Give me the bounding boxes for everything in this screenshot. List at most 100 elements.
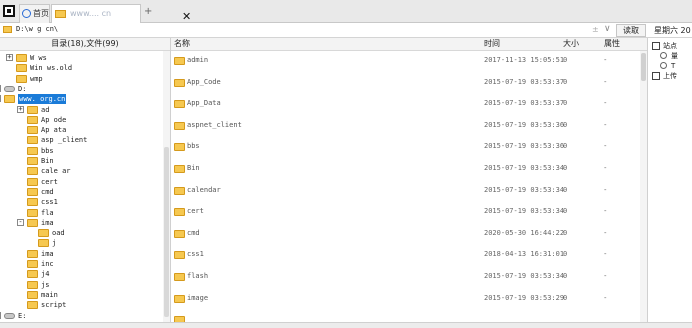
tree-node[interactable]: + W ws <box>0 53 162 63</box>
tree-node[interactable]: + ad <box>0 105 162 115</box>
folder-icon <box>27 146 38 155</box>
file-attr: - <box>604 142 607 151</box>
tree-node[interactable]: Bin <box>0 156 162 166</box>
file-row[interactable]: cmd 2020-05-30 16:44:22 0 - <box>171 224 639 245</box>
file-name: css1 <box>187 250 204 259</box>
file-size: 0 <box>563 293 568 302</box>
checkbox[interactable] <box>652 72 660 80</box>
tree-node[interactable]: fla <box>0 208 162 218</box>
expand-icon[interactable]: + <box>6 54 13 61</box>
file-row[interactable]: Bin 2015-07-19 03:53:34 0 - <box>171 159 639 180</box>
list-scroll-thumb[interactable] <box>641 53 646 81</box>
file-row[interactable]: css1 2018-04-13 16:31:01 0 - <box>171 245 639 266</box>
tree-node[interactable]: Win ws.old <box>0 63 162 73</box>
tab-current-site[interactable]: www.... cn ✕ <box>51 4 191 23</box>
file-row[interactable]: bbs 2015-07-19 03:53:36 0 - <box>171 137 639 158</box>
tree-node[interactable]: j4 <box>0 269 162 279</box>
tree-node[interactable]: - www. org.cn <box>0 94 162 105</box>
tab-current-label: www.... cn <box>70 9 112 18</box>
read-button[interactable]: 读取 <box>616 24 646 37</box>
tree-node[interactable]: Ap ata <box>0 125 162 135</box>
tree-node[interactable]: bbs <box>0 146 162 156</box>
folder-icon <box>174 78 185 87</box>
file-row[interactable]: flash 2015-07-19 03:53:34 0 - <box>171 267 639 288</box>
folder-icon <box>174 273 185 281</box>
file-size: 0 <box>563 77 568 86</box>
expand-icon[interactable]: + <box>17 105 24 113</box>
drive-icon <box>4 85 15 92</box>
tree-node[interactable]: inc <box>0 259 162 269</box>
column-time[interactable]: 时间 <box>484 38 500 50</box>
tree-node-label: cale ar <box>41 167 71 176</box>
folder-icon <box>27 136 38 145</box>
tree-node-label: cmd <box>41 187 54 196</box>
file-time: 2015-07-19 03:53:36 <box>484 142 565 151</box>
tree-node-label: ima <box>41 218 54 227</box>
tree-node-label: j4 <box>41 270 50 279</box>
tree-node[interactable]: - ima <box>0 218 162 228</box>
tree-node[interactable]: - D: <box>0 84 162 94</box>
tree-header: 目录(18),文件(99) <box>0 38 170 51</box>
collapse-icon[interactable]: - <box>0 95 1 103</box>
close-icon[interactable]: ✕ <box>182 11 191 22</box>
tree-node[interactable]: wmp <box>0 74 162 84</box>
file-time: 2015-07-19 03:53:34 <box>484 207 565 216</box>
tree-node[interactable]: cale ar <box>0 166 162 176</box>
tree-node-label: css1 <box>41 198 58 207</box>
tree-node-label: asp _client <box>41 136 88 145</box>
collapse-icon[interactable]: - <box>0 84 1 92</box>
folder-icon <box>3 26 12 33</box>
tree-scrollbar[interactable] <box>163 51 170 322</box>
file-time: 2015-07-19 03:53:37 <box>484 99 565 108</box>
folder-icon <box>27 208 38 217</box>
new-tab-button[interactable]: + <box>144 7 152 17</box>
tree-node[interactable]: main <box>0 290 162 300</box>
radio-button[interactable] <box>660 62 667 69</box>
column-attr[interactable]: 属性 <box>604 38 620 50</box>
file-attr: - <box>604 99 607 108</box>
tree-node[interactable]: cert <box>0 177 162 187</box>
tree-node[interactable]: Ap ode <box>0 115 162 125</box>
tree-node[interactable]: ima <box>0 249 162 259</box>
file-row[interactable]: App_Code 2015-07-19 03:53:37 0 - <box>171 73 639 94</box>
chevron-down-icon[interactable]: ∨ <box>604 24 611 34</box>
file-row[interactable] <box>171 310 639 322</box>
folder-icon <box>27 290 38 299</box>
file-name: Bin <box>187 164 200 172</box>
file-row[interactable]: admin 2017-11-13 15:05:51 0 - <box>171 51 639 72</box>
file-row[interactable]: aspnet_client 2015-07-19 03:53:36 0 - <box>171 116 639 137</box>
column-size[interactable]: 大小 <box>563 38 579 50</box>
right-pane: 站点量 T 上传 <box>647 38 692 322</box>
tree-scroll-thumb[interactable] <box>164 147 169 317</box>
expand-icon[interactable]: + <box>0 311 1 319</box>
tree-node[interactable]: j <box>0 238 162 248</box>
collapse-icon[interactable]: - <box>17 218 24 226</box>
tree-node-label: j <box>52 239 57 248</box>
file-row[interactable]: App_Data 2015-07-19 03:53:37 0 - <box>171 94 639 115</box>
file-row[interactable]: image 2015-07-19 03:53:29 0 - <box>171 289 639 310</box>
tree-node[interactable]: asp _client <box>0 135 162 145</box>
list-scrollbar[interactable] <box>640 51 647 322</box>
folder-icon <box>174 165 185 173</box>
app-logo-icon[interactable] <box>3 5 15 17</box>
directory-tree: 目录(18),文件(99) + W ws Win ws.oldwmp - D: - www.… <box>0 38 171 322</box>
tree-node[interactable]: script <box>0 300 162 310</box>
tree-node[interactable]: js <box>0 280 162 290</box>
file-size: 0 <box>563 120 568 129</box>
checkbox[interactable] <box>652 42 660 50</box>
column-name[interactable]: 名称 <box>174 38 190 50</box>
tab-home[interactable]: 首页 <box>19 4 50 23</box>
tree-node[interactable]: + E: <box>0 311 162 321</box>
file-name: cert <box>187 207 204 216</box>
tree-node-label: cert <box>41 177 58 186</box>
path-input[interactable]: D:\w g cn\ <box>16 25 58 33</box>
tree-body: +W wsWin ws.oldwmp-D:-www. org.cn+adAp o… <box>0 51 162 322</box>
radio-button[interactable] <box>660 52 667 59</box>
file-row[interactable]: calendar 2015-07-19 03:53:34 0 - <box>171 181 639 202</box>
file-row[interactable]: cert 2015-07-19 03:53:34 0 - <box>171 202 639 223</box>
tree-node[interactable]: cmd <box>0 187 162 197</box>
tree-node[interactable]: oad <box>0 228 162 238</box>
clear-icon[interactable]: ± <box>592 25 599 34</box>
tree-node[interactable]: css1 <box>0 197 162 207</box>
address-bar: D:\w g cn\ ± ∨ 读取 星期六 20 <box>0 23 692 38</box>
